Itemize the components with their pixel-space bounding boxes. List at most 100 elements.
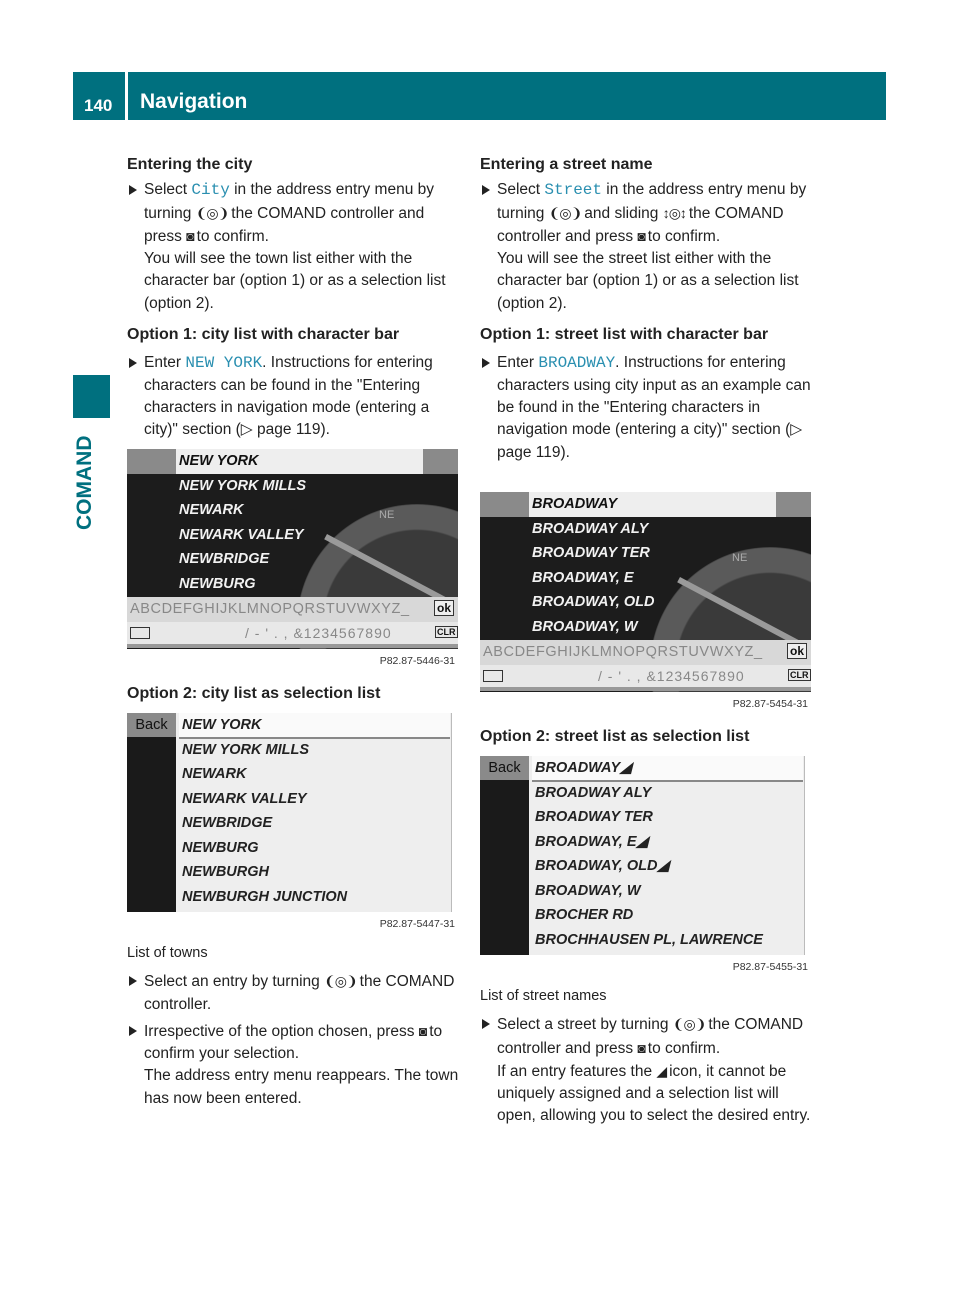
scrollbar[interactable]: [804, 756, 811, 955]
list-row[interactable]: NEW YORK: [179, 713, 450, 738]
controller-press-icon: ◙: [637, 227, 648, 244]
menu-item-name: City: [191, 181, 230, 200]
controller-press-icon: ◙: [418, 1022, 430, 1039]
char-bar-screen: NE BROADWAY BROADWAY ALY BROADWAY TER BROADW…: [480, 492, 811, 692]
step-text: If an entry features the: [497, 1062, 657, 1080]
list-row[interactable]: NEW YORK MILLS: [176, 474, 306, 499]
back-column: [127, 713, 176, 912]
list-row[interactable]: BROADWAY: [529, 492, 776, 517]
left-intro: Entering the city Select City in the add…: [127, 154, 459, 442]
figure-id: P82.87-5446-31: [379, 655, 455, 667]
controller-turn-icon: ❨◎❩: [672, 1016, 709, 1033]
right-intro: Entering a street name Select Street in …: [480, 154, 812, 464]
clr-button[interactable]: CLR: [788, 669, 811, 681]
controller-turn-icon: ❨◎❩: [195, 204, 232, 221]
list-row[interactable]: BROADWAY, W: [532, 879, 803, 904]
manual-page: 140 Navigation COMAND Entering the city …: [0, 0, 960, 1302]
list-row[interactable]: NEWBRIDGE: [179, 811, 450, 836]
scrollbar[interactable]: [451, 713, 458, 912]
instruction-step: Select Street in the address entry menu …: [480, 179, 812, 248]
option-heading: Option 2: street list as selection list: [480, 728, 750, 745]
step-text: Enter: [144, 354, 186, 372]
symbols-numbers: / - ' . , &1234567890: [598, 668, 745, 684]
list-row[interactable]: NEWBURG: [179, 836, 450, 861]
step-note: If an entry features the ◢ icon, it cann…: [480, 1060, 812, 1128]
compass-label: NE: [732, 552, 748, 564]
list-row[interactable]: BROADWAY◢: [532, 756, 803, 781]
chapter-header: Navigation: [128, 72, 886, 120]
controller-turn-icon: ❨◎❩: [548, 204, 585, 221]
list-row[interactable]: BROADWAY, E◢: [532, 830, 803, 855]
side-tab-marker: [73, 375, 110, 418]
menu-item-name: BROADWAY: [538, 354, 616, 373]
instruction-step: Select City in the address entry menu by…: [127, 179, 459, 248]
figure-id: P82.87-5455-31: [732, 961, 808, 973]
chapter-title: Navigation: [140, 90, 248, 113]
right-steps: List of street names Select a street by …: [480, 985, 812, 1128]
page-number-box: 140: [73, 72, 125, 120]
list-row[interactable]: BROADWAY, OLD: [529, 590, 654, 615]
instruction-step: Enter BROADWAY. Instructions for enterin…: [480, 352, 812, 463]
step-text: to confirm.: [647, 227, 721, 245]
list-row[interactable]: BROADWAY, W: [529, 615, 638, 640]
instruction-step: Select an entry by turning ❨◎❩ the COMAN…: [127, 970, 459, 1016]
back-icon[interactable]: [483, 670, 503, 682]
section-heading: Entering a street name: [480, 156, 653, 173]
character-bar-letters: ABCDEFGHIJKLMNOPQRSTUVWXYZ_: [130, 601, 410, 617]
figure-id: P82.87-5447-31: [379, 918, 455, 930]
clr-button[interactable]: CLR: [435, 626, 458, 638]
list-row[interactable]: BROADWAY TER: [529, 541, 650, 566]
list-row[interactable]: NEWBURG: [176, 572, 256, 597]
step-text: to confirm.: [647, 1039, 721, 1057]
list-row[interactable]: BROADWAY TER: [532, 805, 803, 830]
back-button[interactable]: Back: [127, 713, 176, 737]
section-heading: Entering the city: [127, 156, 253, 173]
figure-caption: List of street names: [480, 988, 607, 1004]
list-row[interactable]: NEW YORK: [176, 449, 423, 474]
back-icon[interactable]: [130, 627, 150, 639]
compass-label: NE: [379, 509, 395, 521]
char-bar-screen: NE NEW YORK NEW YORK MILLS NEWARK NEWARK VAL…: [127, 449, 458, 649]
step-note: You will see the street list either with…: [497, 250, 799, 312]
multiple-entries-icon: ◢: [656, 1062, 670, 1079]
controller-slide-icon: ↕◎↕: [662, 204, 689, 221]
selection-list-screen: Back NEW YORK NEW YORK MILLS NEWARK NEWARK V…: [127, 713, 458, 912]
list-row[interactable]: NEWBURGH: [179, 860, 450, 885]
controller-press-icon: ◙: [637, 1039, 648, 1056]
step-text: Enter: [497, 354, 539, 372]
list-row[interactable]: BROCHHAUSEN PL, LAWRENCE: [532, 928, 803, 953]
step-text: Irrespective of the option chosen, press: [144, 1022, 419, 1040]
controller-press-icon: ◙: [186, 227, 197, 244]
list-row[interactable]: BROADWAY ALY: [532, 781, 803, 806]
symbols-numbers: / - ' . , &1234567890: [245, 625, 392, 641]
list-row[interactable]: NEWARK: [179, 762, 450, 787]
option-heading: Option 2: city list as selection list: [127, 685, 381, 702]
back-column: [480, 756, 529, 955]
list-row[interactable]: NEWBRIDGE: [176, 547, 269, 572]
figure-id: P82.87-5454-31: [732, 698, 808, 710]
instruction-step: Irrespective of the option chosen, press…: [127, 1020, 459, 1066]
list-row[interactable]: BROADWAY, OLD◢: [532, 854, 803, 879]
selection-list-screen: Back BROADWAY◢ BROADWAY ALY BROADWAY TER BRO…: [480, 756, 811, 955]
ok-button[interactable]: ok: [787, 643, 808, 659]
ok-button[interactable]: ok: [434, 600, 455, 616]
step-text: Select a street by turning: [497, 1016, 673, 1034]
option-heading: Option 1: city list with character bar: [127, 326, 400, 344]
instruction-step: Enter NEW YORK. Instructions for enterin…: [127, 352, 459, 441]
list-row[interactable]: NEWARK VALLEY: [179, 787, 450, 812]
list-row[interactable]: NEWARK: [176, 498, 243, 523]
instruction-step: Select a street by turning ❨◎❩ the COMAN…: [480, 1013, 812, 1060]
step-text: to confirm.: [196, 227, 269, 245]
list-row[interactable]: BROADWAY, E: [529, 566, 634, 591]
list-row[interactable]: NEWARK VALLEY: [176, 523, 304, 548]
list-row[interactable]: BROCHER RD: [532, 903, 803, 928]
back-button[interactable]: Back: [480, 756, 529, 780]
step-text: Select: [144, 181, 192, 199]
figure-caption: List of towns: [127, 945, 208, 961]
menu-item-name: NEW YORK: [185, 354, 263, 373]
step-text: and sliding: [584, 204, 663, 222]
controller-turn-icon: ❨◎❩: [324, 973, 360, 990]
list-row[interactable]: NEWBURGH JUNCTION: [179, 885, 450, 910]
list-row[interactable]: NEW YORK MILLS: [179, 738, 450, 763]
list-row[interactable]: BROADWAY ALY: [529, 517, 648, 542]
